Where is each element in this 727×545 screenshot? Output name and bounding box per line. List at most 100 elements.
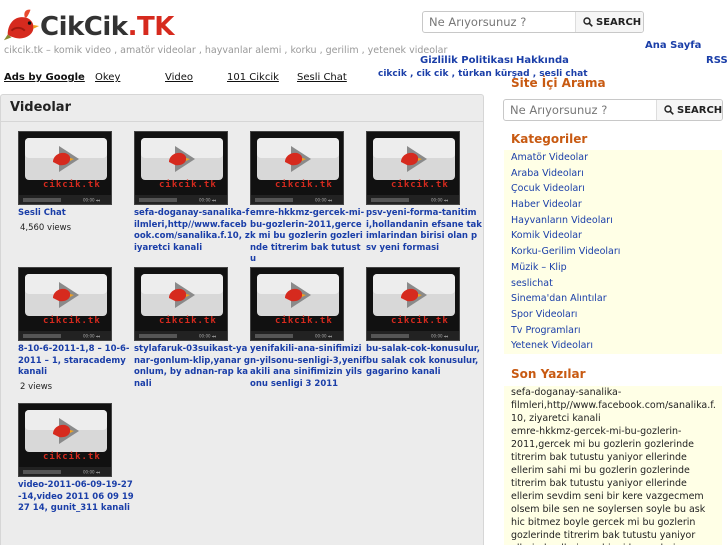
video-title-link[interactable]: stylafaruk-03suikast-yanar-gonlum-klip,y… (134, 344, 250, 390)
categories-list: Amatör Videolar Araba Videoları Çocuk Vide… (504, 150, 722, 354)
video-thumbnail[interactable]: 00:00 ◂◂ cikcik.tk (18, 131, 112, 205)
category-link[interactable]: Hayvanların Videoları (504, 213, 722, 229)
video-card[interactable]: 00:00 ◂◂ cikcik.tk bu-salak-cok-konusulur,… (366, 267, 482, 379)
video-thumbnail[interactable]: 00:00 ◂◂ cikcik.tk (134, 131, 228, 205)
video-thumbnail[interactable]: 00:00 ◂◂ cikcik.tk (18, 403, 112, 477)
play-icon: 00:00 ◂◂ (251, 132, 343, 204)
search-icon (583, 17, 593, 27)
video-thumbnail[interactable]: 00:00 ◂◂ cikcik.tk (18, 267, 112, 341)
recent-post-link[interactable]: sefa-doganay-sanalika-filmleri,http//www… (504, 386, 722, 425)
thumb-watermark: cikcik.tk (391, 180, 449, 190)
ad-link-okey[interactable]: Okey (95, 72, 120, 83)
sidebar-search-button[interactable]: SEARCH (656, 100, 722, 120)
category-link[interactable]: Tv Programları (504, 323, 722, 339)
ad-link-101-cikcik[interactable]: 101 Cikcik (227, 72, 279, 83)
thumb-watermark: cikcik.tk (159, 316, 217, 326)
top-search-button-label: SEARCH (596, 16, 642, 28)
top-search-input[interactable] (423, 12, 575, 32)
thumb-time: 00:00 ◂◂ (199, 334, 216, 339)
categories-heading: Kategoriler (511, 132, 588, 146)
video-title-link[interactable]: 8-10-6-2011-1,8 – 10-6-2011 – 1, staraca… (18, 344, 134, 379)
play-icon: 00:00 ◂◂ (19, 268, 111, 340)
ads-link-bar: Ads by Google Okey Video 101 Cikcik Sesl… (4, 72, 474, 86)
nav-home-link[interactable]: Ana Sayfa (645, 40, 701, 51)
video-view-count: 2 views (20, 381, 53, 392)
thumb-watermark: cikcik.tk (43, 180, 101, 190)
thumb-time: 00:00 ◂◂ (83, 470, 100, 475)
recent-posts-heading: Son Yazılar (511, 367, 586, 381)
ad-link-sesli-chat[interactable]: Sesli Chat (297, 72, 347, 83)
thumb-time: 00:00 ◂◂ (315, 198, 332, 203)
video-title-link[interactable]: emre-hkkmz-gercek-mi-bu-gozlerin-2011,ge… (250, 208, 366, 266)
video-thumbnail[interactable]: 00:00 ◂◂ cikcik.tk (250, 267, 344, 341)
nav-rss-link[interactable]: RSS (706, 55, 727, 66)
video-title-link[interactable]: Sesli Chat (18, 208, 134, 220)
panel-divider (1, 121, 483, 122)
category-link[interactable]: Komik Videolar (504, 228, 722, 244)
play-icon: 00:00 ◂◂ (19, 404, 111, 476)
thumb-time: 00:00 ◂◂ (199, 198, 216, 203)
video-view-count: 4,560 views (20, 222, 72, 233)
thumb-watermark: cikcik.tk (43, 316, 101, 326)
video-title-link[interactable]: sefa-doganay-sanalika-filmleri,http//www… (134, 208, 250, 254)
play-icon: 00:00 ◂◂ (367, 268, 459, 340)
category-link[interactable]: seslichat (504, 276, 722, 292)
logo-tld: .TK (127, 12, 175, 42)
ads-by-google-link[interactable]: Ads by Google (4, 72, 85, 83)
thumb-time: 00:00 ◂◂ (431, 334, 448, 339)
ad-link-video[interactable]: Video (165, 72, 193, 83)
category-link[interactable]: Müzik – Klip (504, 260, 722, 276)
thumb-time: 00:00 ◂◂ (83, 198, 100, 203)
thumb-watermark: cikcik.tk (275, 180, 333, 190)
play-icon: 00:00 ◂◂ (367, 132, 459, 204)
category-link[interactable]: Yetenek Videoları (504, 338, 722, 354)
recent-post-link[interactable]: emre-hkkmz-gercek-mi-bu-gozlerin-2011,ge… (504, 425, 722, 545)
play-icon: 00:00 ◂◂ (19, 132, 111, 204)
bird-logo-icon (3, 9, 40, 41)
search-icon (664, 105, 674, 115)
thumb-watermark: cikcik.tk (391, 316, 449, 326)
video-card[interactable]: 00:00 ◂◂ cikcik.tk Sesli Chat 4,560 views (18, 131, 134, 233)
video-card[interactable]: 00:00 ◂◂ cikcik.tk video-2011-06-09-19-27-… (18, 403, 134, 515)
top-search-bar: SEARCH (422, 11, 644, 33)
video-title-link[interactable]: psv-yeni-forma-tanitimi,hollandanin efsa… (366, 208, 482, 254)
video-card[interactable]: 00:00 ◂◂ cikcik.tk emre-hkkmz-gercek-mi-bu… (250, 131, 366, 266)
video-title-link[interactable]: video-2011-06-09-19-27-14,video 2011 06 … (18, 480, 134, 515)
video-thumbnail[interactable]: 00:00 ◂◂ cikcik.tk (366, 131, 460, 205)
nav-privacy-link[interactable]: Gizlilik Politikası (420, 55, 513, 66)
site-search-heading: Site İçi Arama (511, 76, 606, 90)
video-title-link[interactable]: bu-salak-cok-konusulur,bu salak cok konu… (366, 344, 482, 379)
video-card[interactable]: 00:00 ◂◂ cikcik.tk stylafaruk-03suikast-ya… (134, 267, 250, 390)
video-title-link[interactable]: yenifakili-ana-sinifimizin-yilsonu-senli… (250, 344, 366, 390)
nav-about-link[interactable]: Hakkında (516, 55, 569, 66)
thumb-time: 00:00 ◂◂ (431, 198, 448, 203)
thumb-time: 00:00 ◂◂ (315, 334, 332, 339)
thumb-watermark: cikcik.tk (159, 180, 217, 190)
site-tagline: cikcik.tk – komik video , amatör videola… (4, 45, 448, 56)
category-link[interactable]: Spor Videoları (504, 307, 722, 323)
category-link[interactable]: Araba Videoları (504, 166, 722, 182)
thumb-time: 00:00 ◂◂ (83, 334, 100, 339)
sidebar-search-input[interactable] (504, 100, 656, 120)
site-logo[interactable]: CikCik.TK (2, 2, 202, 46)
recent-posts-list: sefa-doganay-sanalika-filmleri,http//www… (504, 386, 722, 545)
video-thumbnail[interactable]: 00:00 ◂◂ cikcik.tk (250, 131, 344, 205)
video-card[interactable]: 00:00 ◂◂ cikcik.tk yenifakili-ana-sinifimi… (250, 267, 366, 390)
logo-text: CikCik (40, 12, 128, 42)
category-link[interactable]: Korku-Gerilim Videoları (504, 244, 722, 260)
play-icon: 00:00 ◂◂ (251, 268, 343, 340)
category-link[interactable]: Sinema'dan Alıntılar (504, 291, 722, 307)
category-link[interactable]: Çocuk Videoları (504, 181, 722, 197)
top-search-button[interactable]: SEARCH (575, 12, 643, 32)
video-card[interactable]: 00:00 ◂◂ cikcik.tk 8-10-6-2011-1,8 – 10-6-… (18, 267, 134, 392)
thumb-watermark: cikcik.tk (275, 316, 333, 326)
video-card[interactable]: 00:00 ◂◂ cikcik.tk psv-yeni-forma-tanitimi… (366, 131, 482, 254)
sidebar-search-bar: SEARCH (503, 99, 723, 121)
category-link[interactable]: Haber Videolar (504, 197, 722, 213)
category-link[interactable]: Amatör Videolar (504, 150, 722, 166)
video-card[interactable]: 00:00 ◂◂ cikcik.tk sefa-doganay-sanalika-f… (134, 131, 250, 254)
play-icon: 00:00 ◂◂ (135, 132, 227, 204)
video-thumbnail[interactable]: 00:00 ◂◂ cikcik.tk (366, 267, 460, 341)
video-thumbnail[interactable]: 00:00 ◂◂ cikcik.tk (134, 267, 228, 341)
thumb-watermark: cikcik.tk (43, 452, 101, 462)
